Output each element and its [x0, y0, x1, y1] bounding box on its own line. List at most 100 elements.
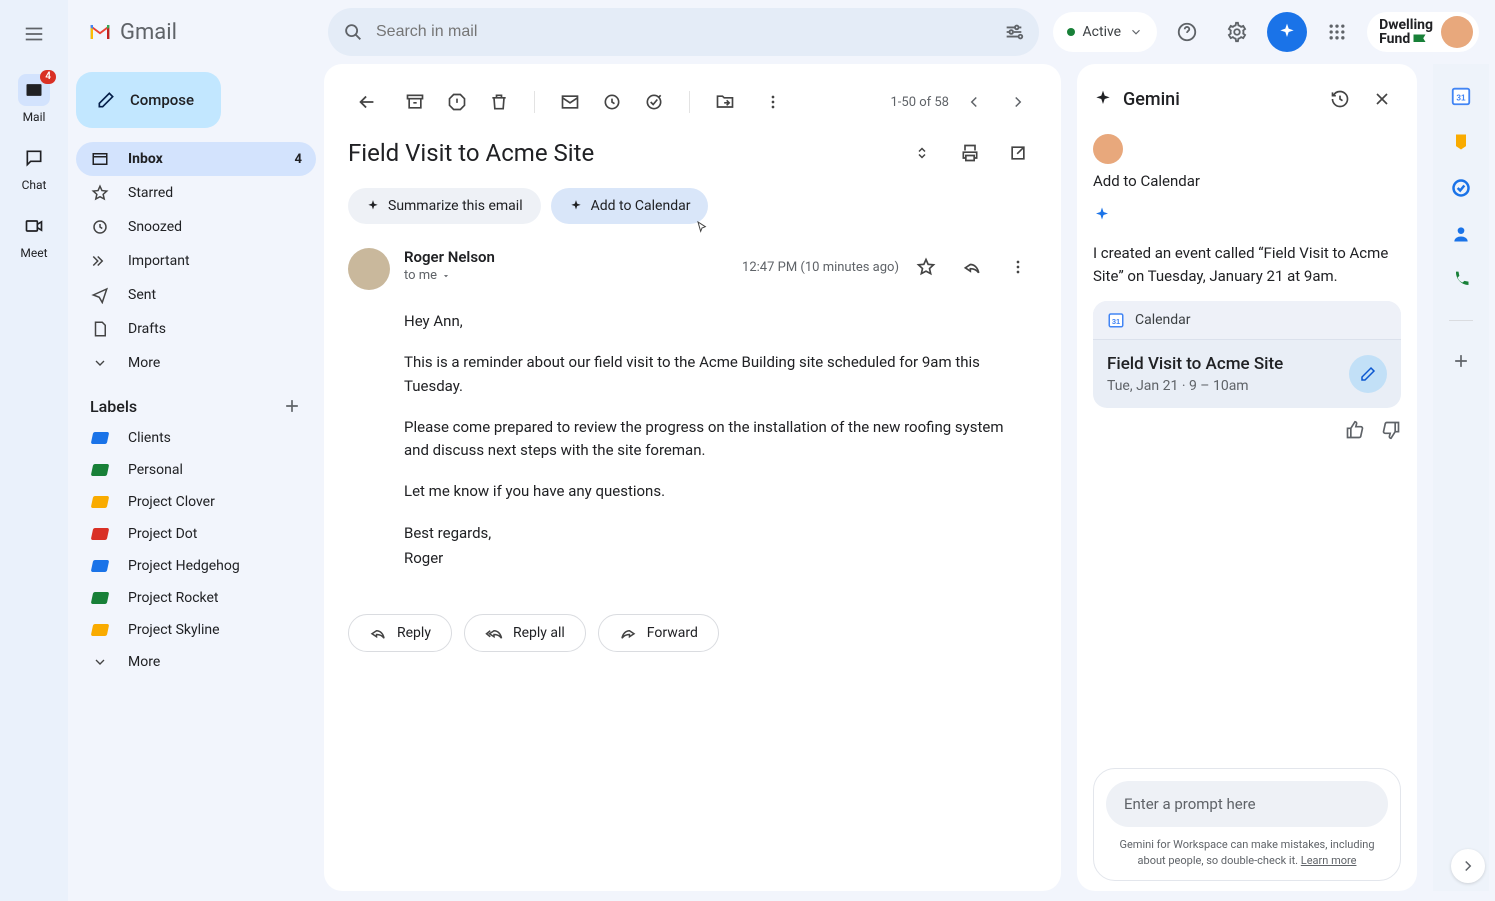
nav-more[interactable]: More [76, 346, 316, 380]
label-project-dot[interactable]: Project Dot [76, 518, 316, 550]
back-button[interactable] [348, 83, 386, 121]
newer-button[interactable] [955, 83, 993, 121]
summarize-chip[interactable]: Summarize this email [348, 188, 541, 224]
org-line2: Fund [1379, 32, 1410, 46]
email-pane: 1-50 of 58 Field Visit to Acme Site [324, 64, 1061, 891]
gemini-user-avatar [1093, 134, 1123, 164]
apps-button[interactable] [1317, 12, 1357, 52]
gmail-logo[interactable]: Gmail [76, 18, 314, 46]
gemini-history-button[interactable] [1321, 80, 1359, 118]
move-to-button[interactable] [706, 83, 744, 121]
expand-collapse-button[interactable] [903, 134, 941, 172]
account-switcher[interactable]: Dwelling Fund [1367, 12, 1479, 52]
cursor-icon [694, 220, 710, 236]
pencil-icon [96, 90, 116, 110]
chevron-down-icon [92, 654, 108, 670]
nav-icon [90, 184, 110, 202]
calendar-icon: 31 [1107, 311, 1125, 329]
addon-calendar[interactable]: 31 [1449, 84, 1473, 108]
compose-button[interactable]: Compose [76, 72, 221, 128]
sender-avatar[interactable] [348, 248, 390, 290]
side-panel-toggle[interactable] [1451, 849, 1485, 883]
reply-button[interactable]: Reply [348, 614, 452, 652]
addon-get-more[interactable] [1449, 349, 1473, 373]
mark-unread-button[interactable] [551, 83, 589, 121]
label-text: Project Rocket [128, 590, 218, 606]
addon-contacts[interactable] [1449, 222, 1473, 246]
nav-snoozed[interactable]: Snoozed [76, 210, 316, 244]
label-project-skyline[interactable]: Project Skyline [76, 614, 316, 646]
message-more-button[interactable] [999, 248, 1037, 286]
label-project-rocket[interactable]: Project Rocket [76, 582, 316, 614]
label-swatch-icon [91, 624, 110, 636]
search-options-icon[interactable] [1003, 21, 1025, 43]
gemini-close-button[interactable] [1363, 80, 1401, 118]
user-avatar[interactable] [1441, 16, 1473, 48]
archive-button[interactable] [396, 83, 434, 121]
gemini-header-button[interactable] [1267, 12, 1307, 52]
forward-button[interactable]: Forward [598, 614, 719, 652]
learn-more-link[interactable]: Learn more [1301, 854, 1357, 867]
chat-icon [18, 142, 50, 174]
nav-label: More [128, 355, 160, 371]
add-calendar-chip[interactable]: Add to Calendar [551, 188, 709, 224]
rail-meet[interactable]: Meet [6, 210, 62, 260]
nav-label: Drafts [128, 321, 166, 337]
reply-icon-button[interactable] [953, 248, 991, 286]
nav-count: 4 [295, 152, 302, 167]
report-spam-button[interactable] [438, 83, 476, 121]
snooze-button[interactable] [593, 83, 631, 121]
add-task-button[interactable] [635, 83, 673, 121]
label-personal[interactable]: Personal [76, 454, 316, 486]
addon-keep[interactable] [1449, 130, 1473, 154]
support-button[interactable] [1167, 12, 1207, 52]
nav-important[interactable]: Important [76, 244, 316, 278]
print-button[interactable] [951, 134, 989, 172]
label-project-hedgehog[interactable]: Project Hedgehog [76, 550, 316, 582]
reply-all-button[interactable]: Reply all [464, 614, 586, 652]
labels-more-label: More [128, 654, 160, 670]
delete-button[interactable] [480, 83, 518, 121]
chevron-down-icon [1129, 25, 1143, 39]
sparkle-icon [1277, 22, 1297, 42]
svg-text:31: 31 [1112, 317, 1120, 326]
addon-tasks[interactable] [1449, 176, 1473, 200]
more-actions-button[interactable] [754, 83, 792, 121]
label-clients[interactable]: Clients [76, 422, 316, 454]
settings-button[interactable] [1217, 12, 1257, 52]
nav-inbox[interactable]: Inbox 4 [76, 142, 316, 176]
gemini-prompt-input[interactable]: Enter a prompt here [1106, 781, 1388, 827]
star-button[interactable] [907, 248, 945, 286]
nav-sent[interactable]: Sent [76, 278, 316, 312]
calendar-card: 31 Calendar Field Visit to Acme Site Tue… [1093, 301, 1401, 408]
forward-icon [619, 624, 637, 642]
search-input[interactable] [376, 23, 991, 41]
open-new-window-button[interactable] [999, 134, 1037, 172]
main-menu-button[interactable] [12, 12, 56, 56]
add-label-button[interactable] [282, 396, 302, 416]
gmail-icon [86, 18, 114, 46]
nav-drafts[interactable]: Drafts [76, 312, 316, 346]
label-project-clover[interactable]: Project Clover [76, 486, 316, 518]
older-button[interactable] [999, 83, 1037, 121]
thumbs-down-button[interactable] [1381, 420, 1401, 440]
label-swatch-icon [91, 496, 110, 508]
rail-chat[interactable]: Chat [6, 142, 62, 192]
nav-icon [90, 252, 110, 270]
edit-event-button[interactable] [1349, 355, 1387, 393]
nav-starred[interactable]: Starred [76, 176, 316, 210]
search-bar[interactable] [328, 8, 1039, 56]
sender-recipient[interactable]: to me [404, 268, 495, 283]
search-icon [342, 21, 364, 43]
sparkle-icon [1093, 206, 1111, 224]
labels-more[interactable]: More [76, 646, 316, 678]
reply-all-icon [485, 624, 503, 642]
addon-voice[interactable] [1449, 268, 1473, 292]
rail-mail[interactable]: 4 Mail [6, 74, 62, 124]
email-subject: Field Visit to Acme Site [348, 139, 893, 167]
status-indicator-icon [1067, 28, 1075, 36]
nav-label: Sent [128, 287, 156, 303]
email-timestamp: 12:47 PM (10 minutes ago) [742, 260, 899, 275]
status-chip[interactable]: Active [1053, 12, 1158, 52]
thumbs-up-button[interactable] [1345, 420, 1365, 440]
